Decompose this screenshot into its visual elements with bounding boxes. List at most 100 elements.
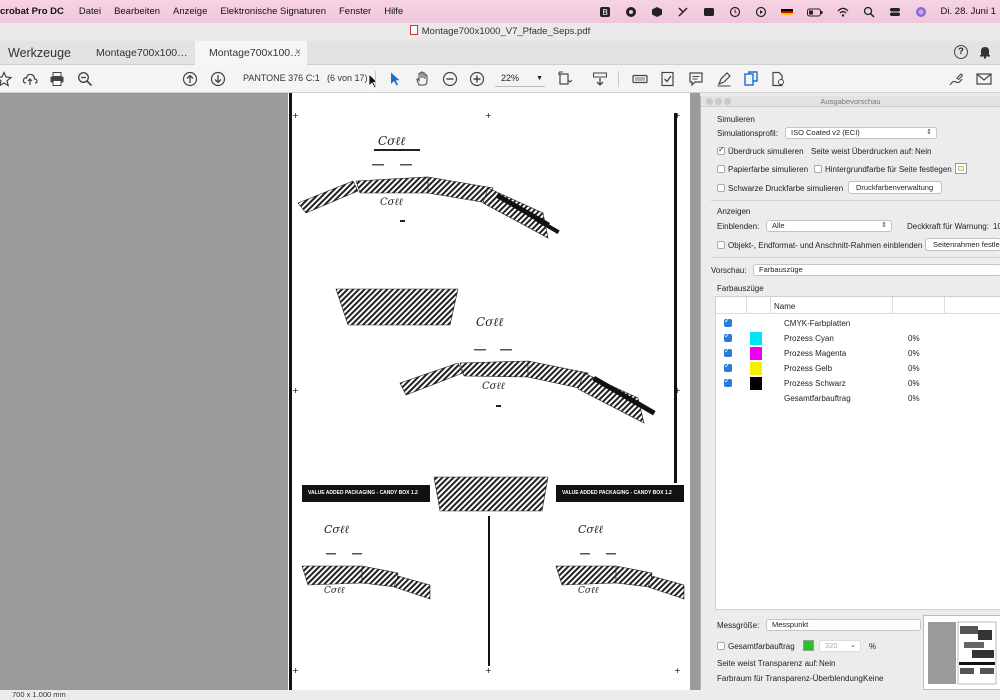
svg-text:Cσℓℓ: Cσℓℓ <box>578 586 599 596</box>
creative-cloud-icon[interactable] <box>625 6 637 18</box>
document-view[interactable]: + + + + + + + + Cσℓℓ Cσℓℓ Cσℓℓ Cσℓℓ Cσℓℓ… <box>280 93 700 690</box>
zoom-window-icon[interactable] <box>724 98 731 105</box>
hand-tool-icon[interactable] <box>414 71 430 87</box>
zoom-out-icon[interactable] <box>442 71 458 87</box>
separation-checkbox[interactable] <box>724 331 732 342</box>
separation-row-total[interactable]: Gesamtfarbauftrag 0% <box>716 391 1000 406</box>
status-bar: 700 x 1.000 mm <box>0 690 1000 700</box>
menu-elektronische-signaturen[interactable]: Elektronische Signaturen <box>220 6 326 17</box>
star-icon[interactable] <box>0 71 13 87</box>
overprint-label: Überdruck simulieren <box>728 147 804 156</box>
select-arrow-icon[interactable] <box>387 71 403 87</box>
separation-checkbox[interactable] <box>724 316 732 327</box>
menu-datei[interactable]: Datei <box>79 6 101 17</box>
boxes-label: Objekt-, Endformat- und Anschnitt-Rahmen… <box>728 241 923 250</box>
page-display-icon[interactable] <box>558 71 574 87</box>
clock[interactable]: Di. 28. Juni 1 <box>941 6 996 17</box>
time-machine-icon[interactable] <box>729 6 741 18</box>
menu-hilfe[interactable]: Hilfe <box>384 6 403 17</box>
page-thumbnail[interactable] <box>923 615 1000 690</box>
comment-icon[interactable] <box>688 71 704 87</box>
email-icon[interactable] <box>976 71 992 87</box>
app-menu[interactable]: crobat Pro DC <box>0 6 64 17</box>
checkbox-unchecked[interactable] <box>717 184 725 192</box>
tab-document-2[interactable]: Montage700x100… × <box>195 41 307 65</box>
screen-icon[interactable] <box>703 6 715 18</box>
previous-page-icon[interactable] <box>182 71 198 87</box>
bbedit-icon[interactable]: B <box>599 6 611 18</box>
checkbox-unchecked[interactable] <box>814 165 822 173</box>
play-icon[interactable] <box>755 6 767 18</box>
separation-row-cmyk[interactable]: CMYK-Farbplatten <box>716 316 1000 331</box>
measure-label: Messgröße: <box>717 621 760 630</box>
scroll-mode-icon[interactable] <box>592 71 608 87</box>
simulation-profile-select[interactable]: ISO Coated v2 (ECI) ⇕ <box>785 127 937 139</box>
separation-checkbox[interactable] <box>724 376 732 387</box>
checkbox-unchecked[interactable] <box>717 165 725 173</box>
help-icon[interactable]: ? <box>954 45 968 59</box>
checkbox-unchecked[interactable] <box>717 241 725 249</box>
keyboard-icon[interactable] <box>632 71 648 87</box>
total-coverage-input[interactable]: 320 ⌄ <box>819 640 861 652</box>
measure-select[interactable]: Messpunkt <box>766 619 921 631</box>
bg-color-checkbox[interactable]: Hintergrundfarbe für Seite festlegen <box>814 165 952 174</box>
form-checkbox-icon[interactable] <box>660 71 676 87</box>
next-page-icon[interactable] <box>210 71 226 87</box>
page-overprint-value: Nein <box>915 147 932 156</box>
tab-document-1[interactable]: Montage700x100… <box>96 41 188 65</box>
menu-anzeige[interactable]: Anzeige <box>173 6 207 17</box>
checkbox-unchecked[interactable] <box>717 642 725 650</box>
page-indicator: (6 von 17) <box>327 73 368 83</box>
tool-icon[interactable] <box>677 6 689 18</box>
search-icon[interactable] <box>863 6 875 18</box>
page-bg-color-swatch[interactable] <box>955 163 967 174</box>
column-divider <box>746 297 747 313</box>
svg-text:Cσℓℓ: Cσℓℓ <box>378 134 405 148</box>
separation-checkbox[interactable] <box>724 346 732 357</box>
separation-row-cyan[interactable]: Prozess Cyan 0% <box>716 331 1000 346</box>
tab-tools[interactable]: Werkzeuge <box>8 41 71 65</box>
shield-icon[interactable] <box>651 6 663 18</box>
checkbox-checked[interactable] <box>717 145 725 155</box>
zoom-out-search-icon[interactable] <box>77 71 93 87</box>
coverage-color-swatch[interactable] <box>803 640 814 651</box>
panel-title: Ausgabevorschau <box>820 97 881 106</box>
highlight-pen-icon[interactable] <box>716 71 732 87</box>
german-flag-icon[interactable] <box>780 6 793 18</box>
print-icon[interactable] <box>49 71 65 87</box>
sign-icon[interactable] <box>948 71 964 87</box>
menu-fenster[interactable]: Fenster <box>339 6 371 17</box>
document-tools-icon[interactable] <box>770 71 786 87</box>
separation-checkbox[interactable] <box>724 361 732 372</box>
page-boxes-button[interactable]: Seitenrahmen festleg <box>925 238 1000 251</box>
minimize-window-icon[interactable] <box>715 98 722 105</box>
paper-color-checkbox[interactable]: Papierfarbe simulieren <box>717 165 808 174</box>
ink-manager-button[interactable]: Druckfarbenverwaltung <box>848 181 942 194</box>
separation-row-black[interactable]: Prozess Schwarz 0% <box>716 376 1000 391</box>
close-tab-icon[interactable]: × <box>295 41 301 65</box>
output-preview-icon[interactable] <box>743 71 759 87</box>
boxes-checkbox[interactable]: Objekt-, Endformat- und Anschnitt-Rahmen… <box>717 241 922 250</box>
close-window-icon[interactable] <box>706 98 713 105</box>
total-coverage-checkbox[interactable]: Gesamtfarbauftrag <box>717 642 795 651</box>
zoom-select[interactable]: 22% ▼ <box>495 70 545 87</box>
overprint-checkbox[interactable]: Überdruck simulieren <box>717 145 804 156</box>
battery-icon[interactable] <box>806 6 823 18</box>
separation-row-yellow[interactable]: Prozess Gelb 0% <box>716 361 1000 376</box>
svg-text:B: B <box>602 8 608 17</box>
siri-icon[interactable] <box>915 6 927 18</box>
separation-row-magenta[interactable]: Prozess Magenta 0% <box>716 346 1000 361</box>
wifi-icon[interactable] <box>837 6 849 18</box>
menu-bearbeiten[interactable]: Bearbeiten <box>114 6 160 17</box>
chevron-updown-icon: ⇕ <box>926 129 932 136</box>
bell-icon[interactable] <box>978 45 992 59</box>
window-title: Montage700x1000_V7_Pfade_Seps.pdf <box>421 26 591 37</box>
show-select[interactable]: Alle ⇕ <box>766 220 892 232</box>
opacity-warning-value[interactable]: 10 <box>993 222 1000 231</box>
zoom-in-icon[interactable] <box>469 71 485 87</box>
upload-cloud-icon[interactable] <box>22 71 38 87</box>
preview-select[interactable]: Farbauszüge <box>753 264 1000 276</box>
control-center-icon[interactable] <box>889 6 901 18</box>
tab-document-2-label: Montage700x100… <box>209 47 301 59</box>
black-ink-checkbox[interactable]: Schwarze Druckfarbe simulieren <box>717 184 843 193</box>
